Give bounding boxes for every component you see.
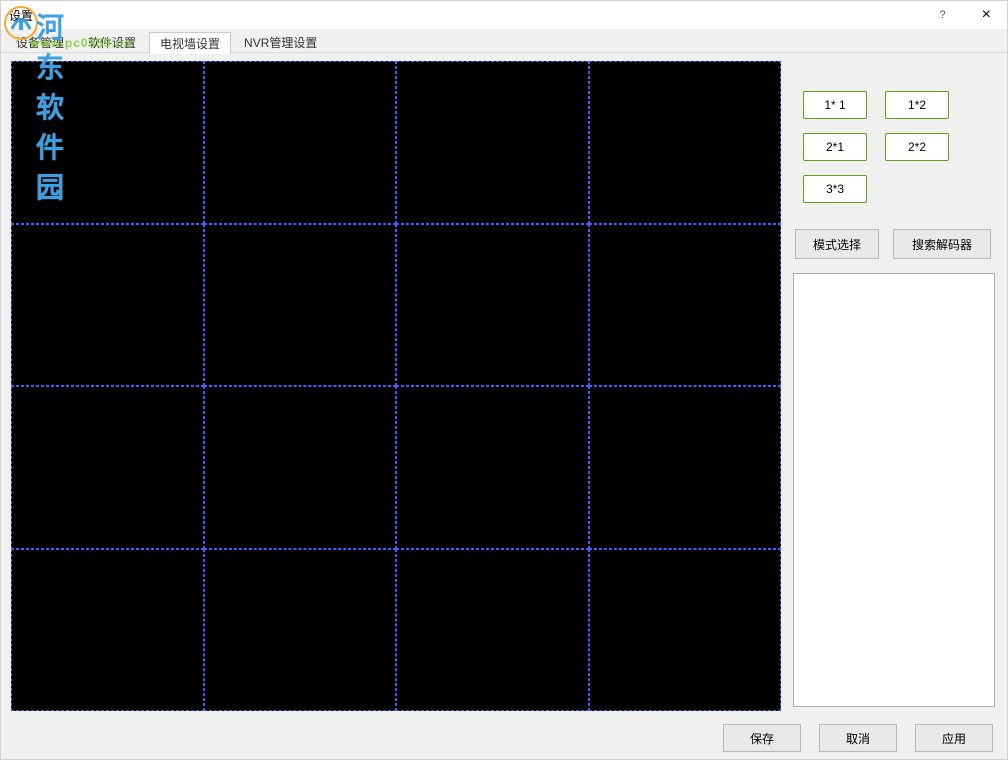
grid-cell[interactable] — [589, 549, 782, 712]
grid-cell[interactable] — [11, 549, 204, 712]
mode-row: 模式选择 搜索解码器 — [793, 229, 997, 259]
grid-cell[interactable] — [11, 224, 204, 387]
grid-cell[interactable] — [11, 386, 204, 549]
apply-button[interactable]: 应用 — [915, 724, 993, 752]
grid-cell[interactable] — [396, 224, 589, 387]
save-button[interactable]: 保存 — [723, 724, 801, 752]
grid-cell[interactable] — [589, 61, 782, 224]
tab-device-mgmt[interactable]: 设备管理 — [5, 31, 75, 53]
layout-2x1-button[interactable]: 2*1 — [803, 133, 867, 161]
tab-bar: 设备管理 软件设置 电视墙设置 NVR管理设置 — [1, 29, 1007, 53]
help-icon[interactable]: ? — [934, 5, 952, 25]
tab-nvr-mgmt[interactable]: NVR管理设置 — [233, 31, 328, 53]
grid-cell[interactable] — [396, 386, 589, 549]
titlebar: 设置 ? × — [1, 1, 1007, 29]
decoder-list[interactable] — [793, 273, 995, 707]
layout-1x2-button[interactable]: 1*2 — [885, 91, 949, 119]
grid-cell[interactable] — [589, 224, 782, 387]
layout-1x1-button[interactable]: 1* 1 — [803, 91, 867, 119]
grid-cell[interactable] — [589, 386, 782, 549]
grid-cell[interactable] — [11, 61, 204, 224]
cancel-button[interactable]: 取消 — [819, 724, 897, 752]
side-panel: 1* 1 1*2 2*1 2*2 3*3 模式选择 搜索解码器 — [793, 61, 997, 713]
grid-cell[interactable] — [204, 224, 397, 387]
titlebar-controls: ? × — [934, 2, 1003, 28]
grid-cell[interactable] — [396, 61, 589, 224]
window-title: 设置 — [5, 7, 33, 24]
tab-software-settings[interactable]: 软件设置 — [77, 31, 147, 53]
layout-2x2-button[interactable]: 2*2 — [885, 133, 949, 161]
layout-3x3-button[interactable]: 3*3 — [803, 175, 867, 203]
grid-cell[interactable] — [204, 549, 397, 712]
close-icon[interactable]: × — [970, 2, 1003, 28]
grid-cell[interactable] — [204, 386, 397, 549]
search-decoder-button[interactable]: 搜索解码器 — [893, 229, 991, 259]
grid-cell[interactable] — [204, 61, 397, 224]
grid-cell[interactable] — [396, 549, 589, 712]
bottom-bar: 保存 取消 应用 — [1, 717, 1007, 759]
settings-window: 河东软件园 www.pc0359.cn 设置 ? × 设备管理 软件设置 电视墙… — [0, 0, 1008, 760]
video-wall-grid[interactable] — [11, 61, 781, 711]
layout-button-group: 1* 1 1*2 2*1 2*2 3*3 — [793, 91, 997, 203]
content-area: 1* 1 1*2 2*1 2*2 3*3 模式选择 搜索解码器 — [1, 53, 1007, 717]
tab-tvwall-settings[interactable]: 电视墙设置 — [149, 32, 231, 54]
mode-select-button[interactable]: 模式选择 — [795, 229, 879, 259]
